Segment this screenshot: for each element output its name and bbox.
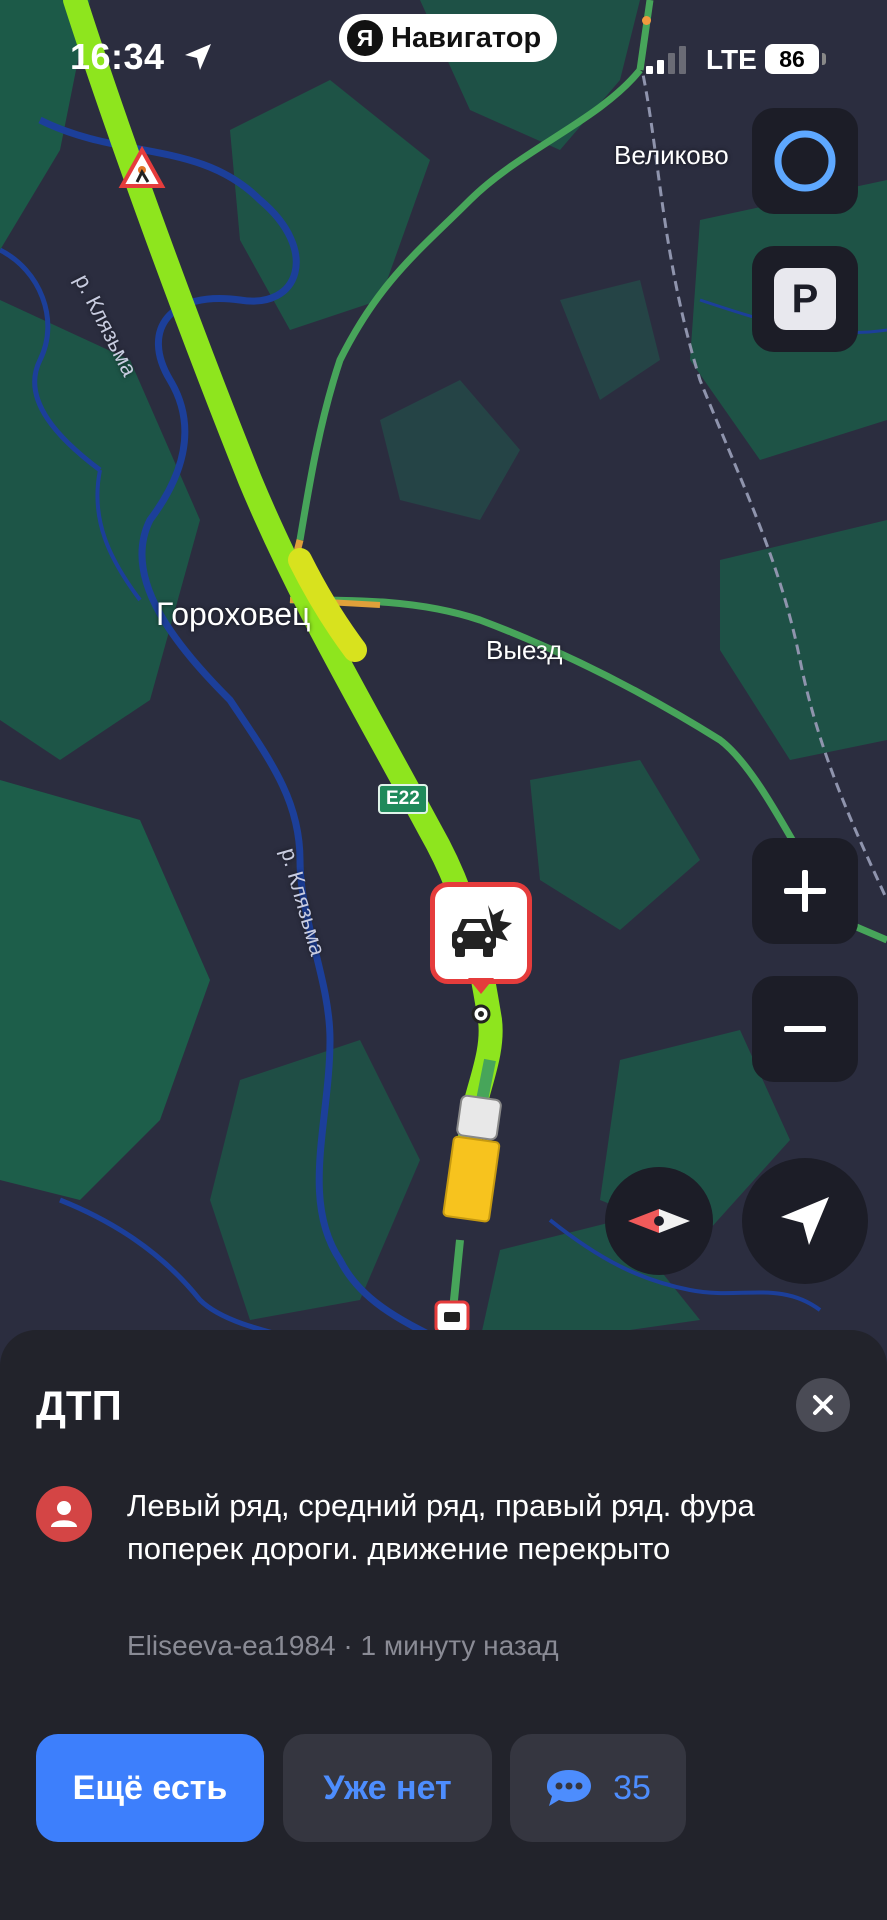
chat-bubble-icon (547, 1770, 592, 1806)
location-arrow-icon (185, 44, 211, 70)
compass-icon (628, 1209, 690, 1233)
alice-assistant-button[interactable] (752, 108, 858, 214)
network-type: LTE (706, 44, 757, 75)
incident-title: ДТП (36, 1382, 122, 1429)
app-title-pill[interactable]: Я Навигатор (339, 14, 558, 62)
alice-icon (774, 130, 836, 192)
minus-icon (784, 1026, 826, 1032)
privacy-indicator-dot (642, 16, 651, 25)
app-title: Навигатор (391, 21, 542, 54)
parking-button[interactable]: P (752, 246, 858, 352)
plus-icon (784, 870, 826, 912)
avatar (36, 1486, 92, 1542)
place-label-vyezd: Выезд (486, 635, 563, 665)
road-shield-e22: E22 (378, 784, 428, 814)
my-location-button[interactable] (742, 1158, 868, 1284)
place-label-velikovo: Великово (614, 140, 729, 170)
still-there-button[interactable]: Ещё есть (36, 1734, 264, 1842)
comment-time: 1 минуту назад (360, 1630, 559, 1661)
incident-marker-pointer (468, 978, 494, 994)
comments-button[interactable]: 35 (510, 1734, 686, 1842)
no-longer-there-button[interactable]: Уже нет (283, 1734, 492, 1842)
incident-bottom-sheet: ДТП Левый ряд, средний ряд, правый ряд. … (0, 1330, 887, 1920)
zoom-in-button[interactable] (752, 838, 858, 944)
zoom-out-button[interactable] (752, 976, 858, 1082)
comments-count: 35 (613, 1768, 651, 1807)
incident-comment: Левый ряд, средний ряд, правый ряд. фура… (127, 1488, 755, 1566)
navigation-arrow-icon (781, 1197, 829, 1245)
car-crash-icon (452, 905, 512, 957)
incident-marker[interactable] (430, 882, 532, 984)
comment-author: Eliseeva-ea1984 (127, 1630, 336, 1661)
meta-separator: · (343, 1630, 353, 1661)
status-time: 16:34 (70, 36, 165, 77)
status-bar: 16:34 Я Навигатор LTE 86 (0, 0, 887, 120)
compass-button[interactable] (605, 1167, 713, 1275)
battery-level: 86 (765, 44, 819, 74)
battery-tip (822, 53, 826, 65)
user-icon (51, 1501, 77, 1527)
cellular-signal-icon (646, 46, 686, 74)
close-icon (813, 1395, 833, 1415)
place-label-gorohovets: Гороховец (156, 596, 311, 632)
parking-icon: P (774, 268, 836, 330)
yandex-logo-icon: Я (347, 20, 383, 56)
close-button[interactable] (796, 1378, 850, 1432)
comment-meta: Eliseeva-ea1984 · 1 минуту назад (127, 1630, 559, 1662)
